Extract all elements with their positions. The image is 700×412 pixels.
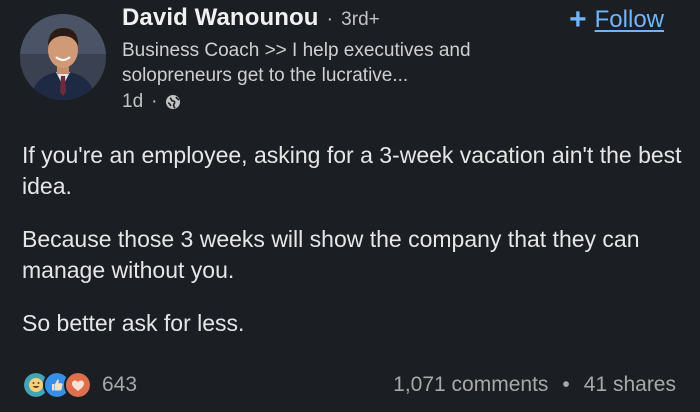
author-headline: Business Coach >> I help executives and … <box>122 40 471 86</box>
globe-icon <box>166 95 181 109</box>
post-paragraph: Because those 3 weeks will show the comp… <box>22 226 640 283</box>
post-paragraph: So better ask for less. <box>22 310 245 336</box>
post-body: If you're an employee, asking for a 3-we… <box>22 140 682 361</box>
post-paragraph: If you're an employee, asking for a 3-we… <box>22 142 682 199</box>
reactions-summary[interactable]: 643 <box>22 371 137 399</box>
follow-label: Follow <box>594 6 664 33</box>
linkedin-post: David Wanounou · 3rd+ Business Coach >> … <box>0 0 700 412</box>
author-info: David Wanounou · 3rd+ Business Coach >> … <box>122 4 542 115</box>
author-name-row: David Wanounou · 3rd+ <box>122 4 542 32</box>
post-meta: 1d · <box>122 89 542 115</box>
name-separator: · <box>326 8 334 30</box>
author-name[interactable]: David Wanounou <box>122 4 319 32</box>
reaction-icons <box>22 371 92 399</box>
shares-count[interactable]: 41 shares <box>584 373 676 397</box>
connection-degree: 3rd+ <box>341 9 380 30</box>
author-photo <box>20 14 106 100</box>
comments-count[interactable]: 1,071 comments <box>393 373 548 397</box>
counts-separator: • <box>562 373 570 396</box>
post-time: 1d <box>122 91 144 112</box>
reaction-count: 643 <box>102 373 138 396</box>
love-icon <box>64 371 92 399</box>
plus-icon: + <box>569 3 587 36</box>
engagement-counts: 1,071 comments • 41 shares <box>393 373 676 397</box>
social-counts: 643 1,071 comments • 41 shares <box>22 370 676 400</box>
author-avatar[interactable] <box>20 14 106 100</box>
follow-button[interactable]: + Follow <box>569 3 664 36</box>
meta-separator: · <box>151 91 158 112</box>
